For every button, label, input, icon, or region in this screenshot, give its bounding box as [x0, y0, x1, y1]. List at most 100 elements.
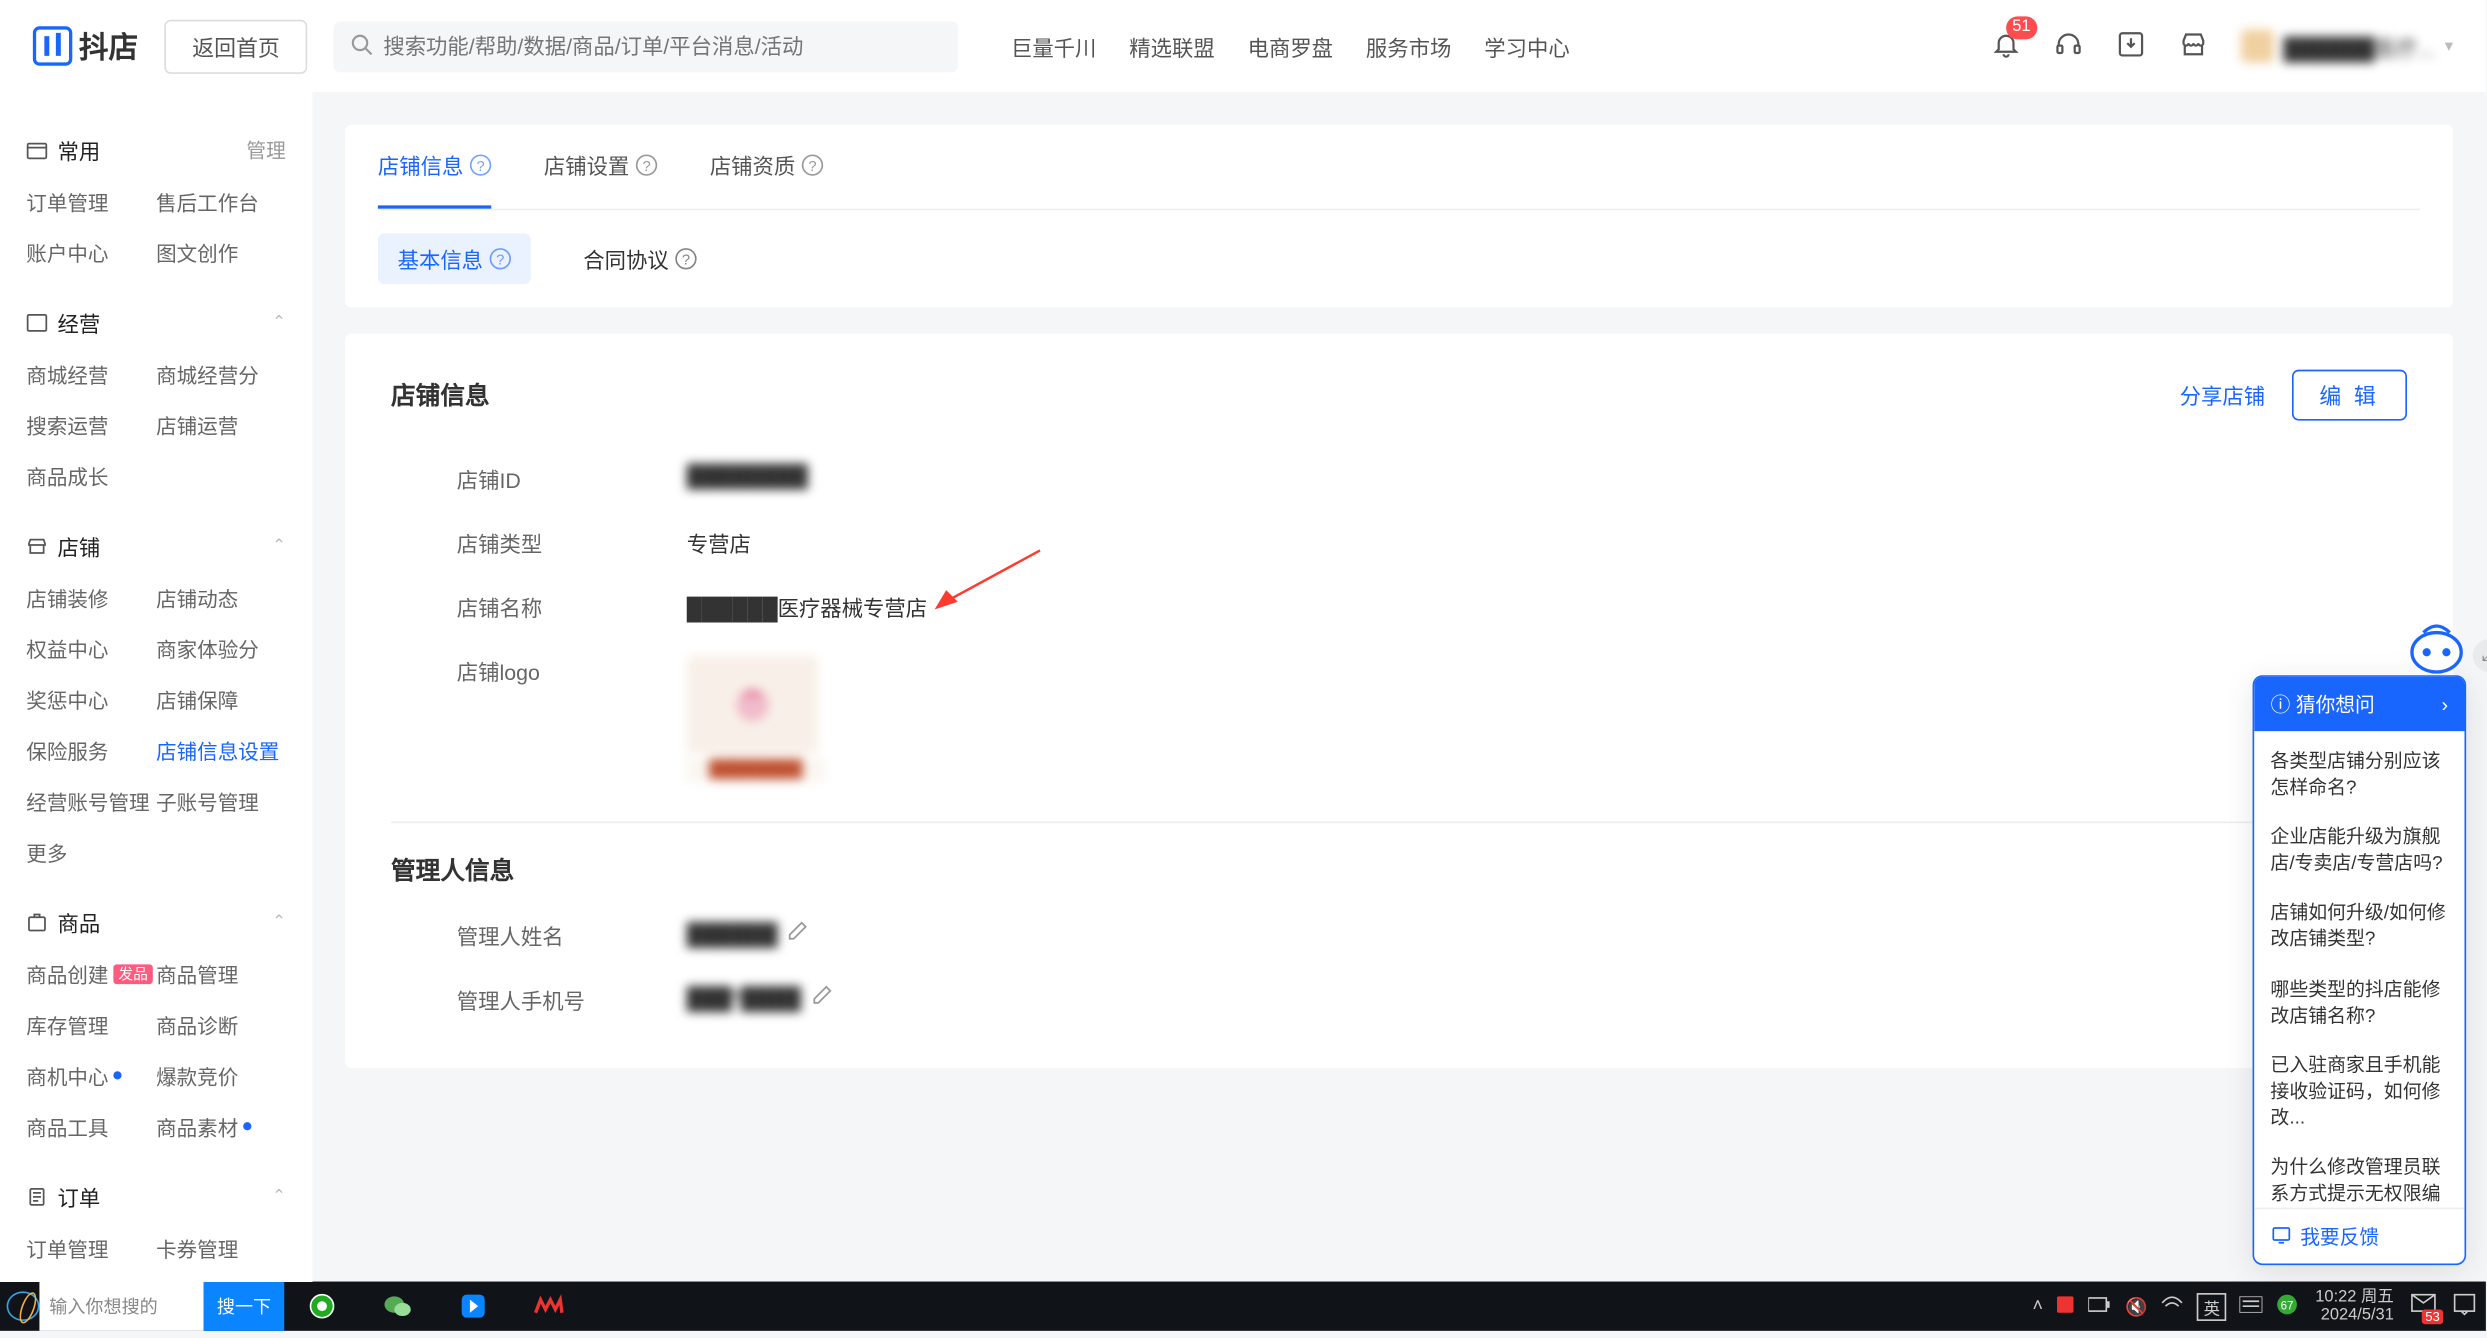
assistant-feedback-link[interactable]: 我要反馈 [2254, 1208, 2464, 1264]
help-icon[interactable]: ? [470, 154, 491, 175]
sidebar-item[interactable]: 搜索运营 [26, 399, 156, 450]
sidebar-section-order[interactable]: 订单 ⌃ [26, 1171, 286, 1222]
tray-guard-icon[interactable]: 67 [2276, 1292, 2299, 1320]
edit-button[interactable]: 编 辑 [2291, 370, 2407, 421]
sidebar-item[interactable]: 商品素材 [156, 1101, 286, 1152]
sidebar-item[interactable]: 店铺动态 [156, 572, 286, 623]
search-input[interactable] [383, 34, 942, 59]
assistant-item[interactable]: 已入驻商家且手机能接收验证码，如何修改... [2254, 1041, 2464, 1143]
share-shop-link[interactable]: 分享店铺 [2180, 380, 2265, 411]
taskbar-clock[interactable]: 10:22 周五 2024/5/31 [2315, 1288, 2394, 1324]
assistant-item[interactable]: 为什么修改管理员联系方式提示无权限编辑? [2254, 1144, 2464, 1208]
bell-icon[interactable]: 51 [1991, 29, 2021, 64]
sidebar-section-label: 经营 [58, 307, 101, 338]
sidebar-item[interactable]: 卡券管理 [156, 1222, 286, 1273]
sidebar-item[interactable]: 图文创作 [156, 227, 286, 278]
sidebar-item[interactable]: 店铺运营 [156, 399, 286, 450]
nav-link[interactable]: 学习中心 [1484, 30, 1569, 61]
tray-action-center-icon[interactable] [2453, 1292, 2476, 1320]
assistant-item[interactable]: 各类型店铺分别应该怎样命名? [2254, 738, 2464, 814]
brand-logo[interactable]: 抖店 [33, 25, 138, 68]
tray-keyboard-icon[interactable] [2240, 1296, 2263, 1317]
assistant-item[interactable]: 哪些类型的抖店能修改店铺名称? [2254, 965, 2464, 1041]
help-icon[interactable]: ? [675, 248, 696, 269]
sidebar-item[interactable]: 账户中心 [26, 227, 156, 278]
taskbar-app-wps[interactable] [511, 1282, 587, 1331]
tray-chevron-icon[interactable]: ˄ [2032, 1296, 2043, 1316]
tray-ime-label[interactable]: 英 [2197, 1292, 2227, 1320]
shop-info-title: 店铺信息 [391, 378, 490, 413]
tray-wifi-icon[interactable] [2161, 1294, 2184, 1319]
download-icon[interactable] [2116, 29, 2146, 64]
tray-volume-icon[interactable]: 🔇 [2125, 1296, 2148, 1317]
sidebar-section-common[interactable]: 常用 管理 [26, 125, 286, 176]
sidebar-item[interactable]: 店铺装修 [26, 572, 156, 623]
sidebar-item[interactable]: 商品创建发品 [26, 948, 156, 999]
global-search[interactable] [334, 21, 958, 72]
taskbar-search[interactable]: 输入你想搜的 [39, 1282, 203, 1331]
help-icon[interactable]: ? [802, 154, 823, 175]
store-icon[interactable] [2178, 29, 2208, 64]
sidebar-item[interactable]: 订单管理 [26, 1222, 156, 1273]
sidebar-section-shop[interactable]: 店铺 ⌃ [26, 521, 286, 572]
sidebar-item[interactable]: 商品诊断 [156, 999, 286, 1050]
taskbar-search-button[interactable]: 搜一下 [204, 1282, 285, 1331]
nav-link[interactable]: 电商罗盘 [1248, 30, 1333, 61]
edit-icon[interactable] [811, 986, 832, 1011]
user-menu[interactable]: ██████医疗... ▾ [2241, 30, 2453, 63]
sidebar-item[interactable]: 子账号管理 [156, 775, 286, 826]
tab-shop-settings[interactable]: 店铺设置? [544, 125, 657, 209]
nav-link[interactable]: 巨量千川 [1011, 30, 1096, 61]
nav-link[interactable]: 服务市场 [1366, 30, 1451, 61]
subtab-basic-info[interactable]: 基本信息? [378, 233, 531, 284]
sidebar-item[interactable]: 订单工具 [156, 1273, 286, 1281]
sidebar-section-goods[interactable]: 商品 ⌃ [26, 897, 286, 948]
chevron-right-icon[interactable]: › [2441, 693, 2448, 716]
sidebar-item[interactable]: 订单管理 [26, 176, 156, 227]
taskbar-app-wechat[interactable] [360, 1282, 436, 1331]
edit-icon[interactable] [787, 922, 808, 947]
sidebar-item[interactable]: 权益中心 [26, 623, 156, 674]
sidebar-item[interactable]: 商品成长 [26, 450, 156, 501]
taskbar-app-360[interactable] [284, 1282, 360, 1331]
sidebar-item[interactable]: 商机中心 [26, 1050, 156, 1101]
sidebar-item[interactable]: 商家体验分 [156, 623, 286, 674]
sidebar-item-shop-info-settings[interactable]: 店铺信息设置 [156, 725, 286, 776]
sidebar-item[interactable]: 商城经营分 [156, 348, 286, 399]
help-icon[interactable]: ? [636, 154, 657, 175]
sidebar-item[interactable]: 商品工具 [26, 1101, 156, 1152]
sidebar-item[interactable]: 经营账号管理 [26, 775, 156, 826]
tab-shop-info[interactable]: 店铺信息? [378, 125, 491, 209]
headset-icon[interactable] [2054, 29, 2084, 64]
chevron-down-icon: ▾ [2445, 37, 2453, 55]
return-home-button[interactable]: 返回首页 [164, 19, 307, 73]
tabs-panel: 店铺信息? 店铺设置? 店铺资质? 基本信息? 合同协议? [345, 125, 2453, 307]
sidebar-item[interactable]: 爆款竞价 [156, 1050, 286, 1101]
tab-shop-credentials[interactable]: 店铺资质? [710, 125, 823, 209]
sidebar-item[interactable]: 商品管理 [156, 948, 286, 999]
sidebar-item[interactable]: 商城经营 [26, 348, 156, 399]
sidebar-item[interactable]: 奖惩中心 [26, 674, 156, 725]
system-tray[interactable]: ˄ 🔇 英 67 [2032, 1292, 2298, 1320]
assistant-bot-icon[interactable] [2404, 616, 2470, 683]
sidebar-item[interactable]: 店铺保障 [156, 674, 286, 725]
help-icon[interactable]: ? [490, 248, 511, 269]
sidebar-item[interactable]: 更多 [26, 826, 156, 877]
sidebar-manage-link[interactable]: 管理 [246, 136, 285, 164]
assistant-item[interactable]: 企业店能升级为旗舰店/专卖店/专营店吗? [2254, 814, 2464, 890]
tray-message-icon[interactable]: 53 [2410, 1292, 2436, 1320]
sidebar-item[interactable]: 保险服务 [26, 725, 156, 776]
assistant-item[interactable]: 店铺如何升级/如何修改店铺类型? [2254, 889, 2464, 965]
main-content: 店铺信息? 店铺设置? 店铺资质? 基本信息? 合同协议? 店铺信息 分享店铺 … [312, 92, 2486, 1282]
sidebar-item[interactable]: 库存管理 [26, 999, 156, 1050]
sidebar-item[interactable]: 售后工作台 [156, 176, 286, 227]
tray-battery-icon[interactable] [2089, 1296, 2112, 1317]
subtab-contract[interactable]: 合同协议? [564, 233, 717, 284]
ie-browser-icon[interactable] [7, 1291, 40, 1321]
tray-shield-icon[interactable] [2056, 1294, 2076, 1319]
nav-link[interactable]: 精选联盟 [1129, 30, 1214, 61]
shop-info-panel: 店铺信息 分享店铺 编 辑 店铺ID████████ 店铺类型专营店 店铺名称 … [345, 334, 2453, 1068]
sidebar-item[interactable]: 评价管理 [26, 1273, 156, 1281]
sidebar-section-biz[interactable]: 经营 ⌃ [26, 297, 286, 348]
taskbar-app-tencent[interactable] [435, 1282, 511, 1331]
